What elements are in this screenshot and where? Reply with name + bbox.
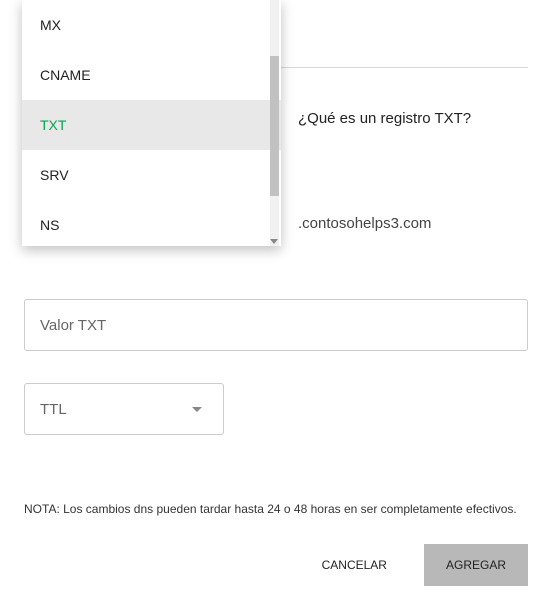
form-actions: CANCELAR AGREGAR bbox=[317, 544, 528, 586]
divider bbox=[281, 67, 528, 68]
dns-record-form: ¿Qué es un registro TXT? .contosohelps3.… bbox=[0, 0, 551, 609]
ttl-label: TTL bbox=[40, 401, 67, 418]
record-type-list: MX CNAME TXT SRV NS bbox=[22, 0, 281, 246]
chevron-down-icon bbox=[192, 407, 202, 412]
dropdown-option-mx[interactable]: MX bbox=[22, 0, 281, 50]
txt-help-link[interactable]: ¿Qué es un registro TXT? bbox=[298, 110, 471, 127]
record-type-dropdown-menu: MX CNAME TXT SRV NS bbox=[22, 0, 281, 246]
dropdown-option-ns[interactable]: NS bbox=[22, 200, 281, 246]
dropdown-option-txt[interactable]: TXT bbox=[22, 100, 281, 150]
domain-suffix-text: .contosohelps3.com bbox=[298, 215, 431, 232]
dropdown-option-cname[interactable]: CNAME bbox=[22, 50, 281, 100]
add-button[interactable]: AGREGAR bbox=[424, 544, 528, 586]
dropdown-scrollbar-thumb[interactable] bbox=[270, 56, 279, 196]
dropdown-option-srv[interactable]: SRV bbox=[22, 150, 281, 200]
dropdown-scrollbar-track[interactable] bbox=[270, 0, 279, 246]
scrollbar-arrow-down-icon[interactable] bbox=[270, 239, 278, 244]
txt-value-input[interactable] bbox=[24, 299, 528, 351]
ttl-select[interactable]: TTL bbox=[24, 383, 224, 435]
dns-propagation-note: NOTA: Los cambios dns pueden tardar hast… bbox=[24, 502, 517, 516]
cancel-button[interactable]: CANCELAR bbox=[317, 548, 392, 582]
